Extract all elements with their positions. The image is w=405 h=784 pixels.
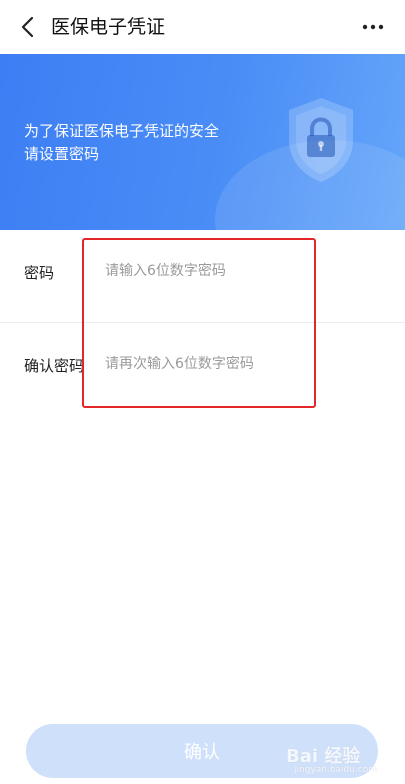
password-input[interactable]: [105, 256, 365, 286]
chevron-left-icon: [21, 16, 34, 38]
banner-line-1: 为了保证医保电子凭证的安全: [24, 122, 220, 140]
more-dots-icon: [362, 24, 384, 30]
password-label: 密码: [24, 264, 55, 282]
page-title: 医保电子凭证: [51, 16, 166, 38]
banner-line-2: 请设置密码: [24, 145, 100, 163]
confirm-password-label: 确认密码: [24, 357, 85, 375]
more-button[interactable]: [359, 13, 387, 41]
security-banner: 为了保证医保电子凭证的安全 请设置密码: [0, 54, 405, 230]
app-header: 医保电子凭证: [0, 0, 405, 54]
banner-message: 为了保证医保电子凭证的安全 请设置密码: [24, 120, 219, 166]
confirm-password-row: 确认密码: [0, 323, 405, 415]
shield-lock-icon: [289, 98, 353, 182]
confirm-password-input[interactable]: [105, 349, 365, 379]
password-row: 密码: [0, 230, 405, 322]
back-button[interactable]: [10, 10, 44, 44]
confirm-button[interactable]: 确认: [26, 724, 378, 778]
